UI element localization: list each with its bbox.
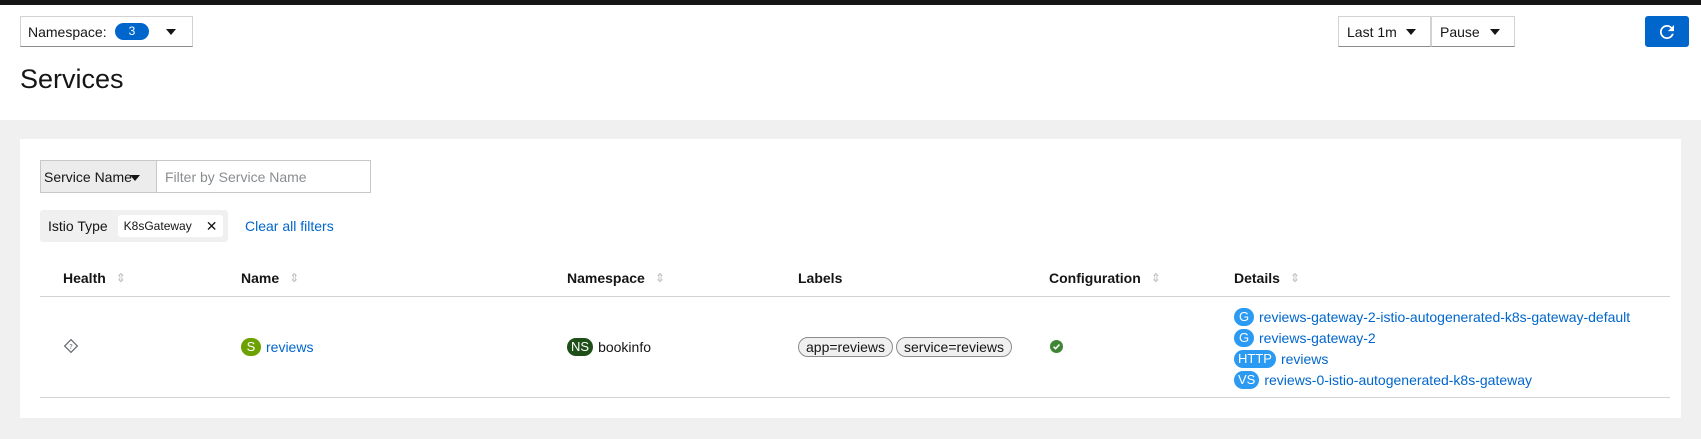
caret-down-icon (130, 175, 140, 181)
interval-dropdown[interactable]: Last 1m (1338, 16, 1431, 47)
filter-type-label: Service Name (44, 168, 132, 185)
detail-item: G reviews-gateway-2-istio-autogenerated-… (1234, 308, 1630, 326)
namespace-cell: NS bookinfo (567, 338, 651, 356)
health-cell: ? (64, 339, 78, 353)
sort-icon[interactable]: ⇕ (1290, 271, 1300, 285)
check-circle-icon (1050, 340, 1063, 353)
close-icon[interactable]: ✕ (206, 219, 218, 233)
detail-item: VS reviews-0-istio-autogenerated-k8s-gat… (1234, 371, 1532, 389)
filter-type-dropdown[interactable]: Service Name (40, 160, 157, 193)
service-name-link[interactable]: reviews (266, 339, 313, 355)
column-header-configuration[interactable]: Configuration ⇕ (1049, 270, 1161, 286)
namespace-name: bookinfo (598, 339, 651, 355)
column-header-details[interactable]: Details ⇕ (1234, 270, 1300, 286)
detail-link[interactable]: reviews-gateway-2 (1259, 330, 1376, 346)
caret-down-icon (1406, 29, 1416, 35)
labels-cell: app=reviews service=reviews (798, 337, 1015, 357)
health-na-icon[interactable]: ? (64, 339, 78, 353)
caret-down-icon (166, 29, 176, 35)
gateway-badge: G (1234, 308, 1254, 326)
namespace-dropdown[interactable]: Namespace: 3 (20, 16, 193, 47)
column-label: Configuration (1049, 270, 1141, 286)
namespace-label: Namespace: (28, 23, 107, 40)
namespace-count-badge: 3 (114, 23, 150, 40)
chip-category: Istio Type (48, 218, 108, 234)
refresh-button[interactable] (1645, 16, 1689, 47)
column-label: Details (1234, 270, 1280, 286)
refresh-mode-value: Pause (1440, 23, 1480, 40)
column-header-namespace[interactable]: Namespace ⇕ (567, 270, 665, 286)
service-badge: S (241, 338, 261, 356)
table-header-divider (40, 296, 1670, 297)
virtual-service-badge: VS (1234, 371, 1260, 389)
namespace-badge: NS (567, 338, 594, 356)
page-title: Services (20, 64, 124, 94)
gateway-badge: G (1234, 329, 1254, 347)
svg-text:?: ? (69, 343, 73, 351)
label-pill[interactable]: service=reviews (896, 337, 1012, 357)
refresh-icon (1660, 24, 1674, 39)
label-pill[interactable]: app=reviews (798, 337, 893, 357)
detail-link[interactable]: reviews-gateway-2-istio-autogenerated-k8… (1259, 309, 1630, 325)
sort-icon[interactable]: ⇕ (289, 271, 299, 285)
sort-icon[interactable]: ⇕ (116, 271, 126, 285)
clear-all-filters-link[interactable]: Clear all filters (245, 218, 334, 234)
column-header-name[interactable]: Name ⇕ (241, 270, 299, 286)
sort-icon[interactable]: ⇕ (1151, 271, 1161, 285)
column-label: Name (241, 270, 280, 286)
configuration-cell (1050, 340, 1063, 353)
detail-item: G reviews-gateway-2 (1234, 329, 1376, 347)
sort-icon[interactable]: ⇕ (655, 271, 665, 285)
active-filter-chip-group: Istio Type K8sGateway ✕ (40, 210, 228, 242)
service-name-filter-input[interactable] (157, 160, 371, 193)
detail-item: HTTP reviews (1234, 350, 1328, 368)
chip-value: K8sGateway (123, 219, 192, 233)
filter-chip: K8sGateway ✕ (117, 215, 224, 237)
column-header-health[interactable]: Health ⇕ (63, 270, 126, 286)
name-cell: S reviews (241, 338, 313, 356)
caret-down-icon (1490, 29, 1500, 35)
column-label: Health (63, 270, 106, 286)
interval-value: Last 1m (1347, 23, 1397, 40)
detail-link[interactable]: reviews-0-istio-autogenerated-k8s-gatewa… (1264, 372, 1532, 388)
column-header-labels: Labels (798, 270, 842, 286)
table-row-divider (40, 397, 1670, 398)
refresh-mode-dropdown[interactable]: Pause (1431, 16, 1515, 47)
http-route-badge: HTTP (1234, 350, 1276, 368)
column-label: Labels (798, 270, 843, 286)
column-label: Namespace (567, 270, 645, 286)
detail-link[interactable]: reviews (1281, 351, 1328, 367)
